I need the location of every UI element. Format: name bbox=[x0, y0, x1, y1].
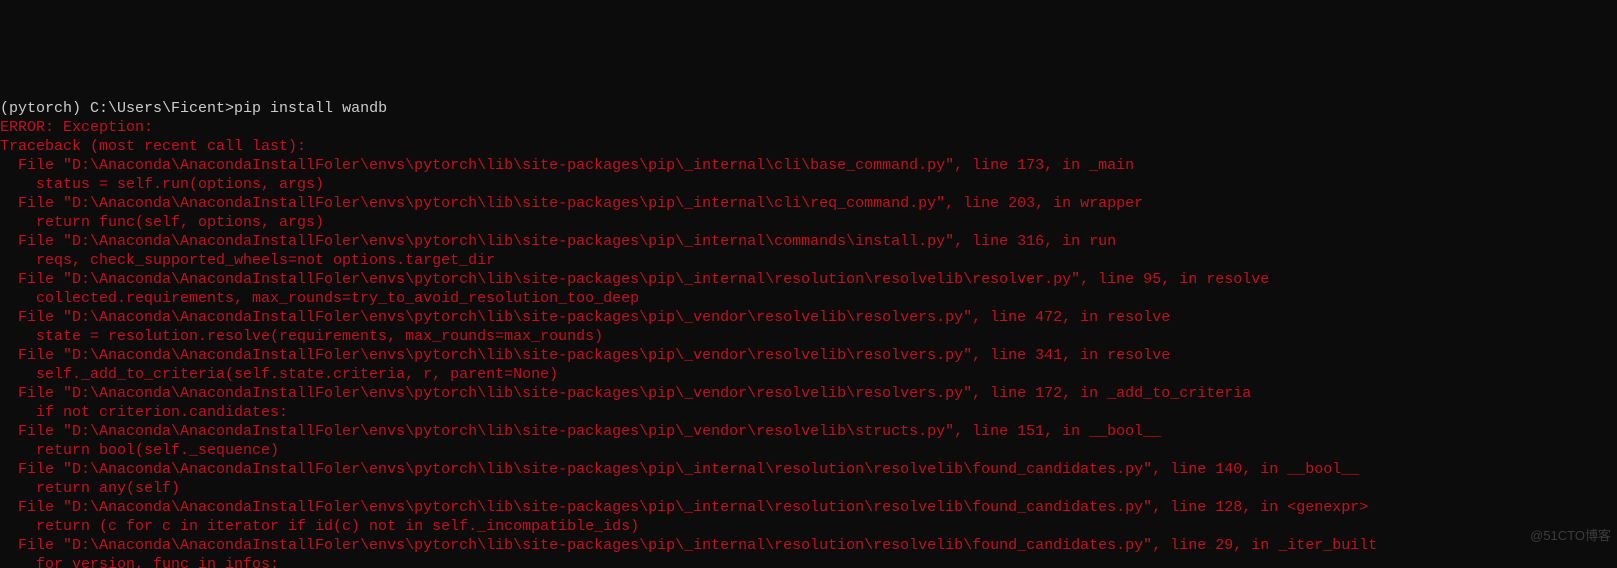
trace-file: File "D:\Anaconda\AnacondaInstallFoler\e… bbox=[0, 537, 1377, 554]
trace-code: state = resolution.resolve(requirements,… bbox=[0, 328, 603, 345]
command-text: pip install wandb bbox=[234, 100, 387, 117]
trace-file: File "D:\Anaconda\AnacondaInstallFoler\e… bbox=[0, 157, 1134, 174]
trace-code: return any(self) bbox=[0, 480, 180, 497]
trace-code: return func(self, options, args) bbox=[0, 214, 324, 231]
trace-code: self._add_to_criteria(self.state.criteri… bbox=[0, 366, 558, 383]
trace-code: for version, func in infos: bbox=[0, 556, 279, 568]
watermark: @51CTO博客 bbox=[1530, 526, 1611, 545]
trace-code: status = self.run(options, args) bbox=[0, 176, 324, 193]
trace-file: File "D:\Anaconda\AnacondaInstallFoler\e… bbox=[0, 499, 1368, 516]
trace-file: File "D:\Anaconda\AnacondaInstallFoler\e… bbox=[0, 423, 1161, 440]
trace-code: return bool(self._sequence) bbox=[0, 442, 279, 459]
prompt-path: C:\Users\Ficent> bbox=[90, 100, 234, 117]
traceback-frames: File "D:\Anaconda\AnacondaInstallFoler\e… bbox=[0, 156, 1617, 568]
trace-file: File "D:\Anaconda\AnacondaInstallFoler\e… bbox=[0, 461, 1359, 478]
trace-file: File "D:\Anaconda\AnacondaInstallFoler\e… bbox=[0, 347, 1170, 364]
prompt-env: (pytorch) bbox=[0, 100, 90, 117]
trace-file: File "D:\Anaconda\AnacondaInstallFoler\e… bbox=[0, 271, 1269, 288]
trace-file: File "D:\Anaconda\AnacondaInstallFoler\e… bbox=[0, 309, 1170, 326]
trace-file: File "D:\Anaconda\AnacondaInstallFoler\e… bbox=[0, 195, 1143, 212]
trace-code: return (c for c in iterator if id(c) not… bbox=[0, 518, 639, 535]
trace-code: reqs, check_supported_wheels=not options… bbox=[0, 252, 495, 269]
trace-code: collected.requirements, max_rounds=try_t… bbox=[0, 290, 639, 307]
trace-file: File "D:\Anaconda\AnacondaInstallFoler\e… bbox=[0, 385, 1251, 402]
trace-code: if not criterion.candidates: bbox=[0, 404, 288, 421]
error-header: ERROR: Exception: bbox=[0, 119, 153, 136]
terminal-output[interactable]: (pytorch) C:\Users\Ficent>pip install wa… bbox=[0, 95, 1617, 568]
trace-file: File "D:\Anaconda\AnacondaInstallFoler\e… bbox=[0, 233, 1116, 250]
traceback-header: Traceback (most recent call last): bbox=[0, 138, 306, 155]
